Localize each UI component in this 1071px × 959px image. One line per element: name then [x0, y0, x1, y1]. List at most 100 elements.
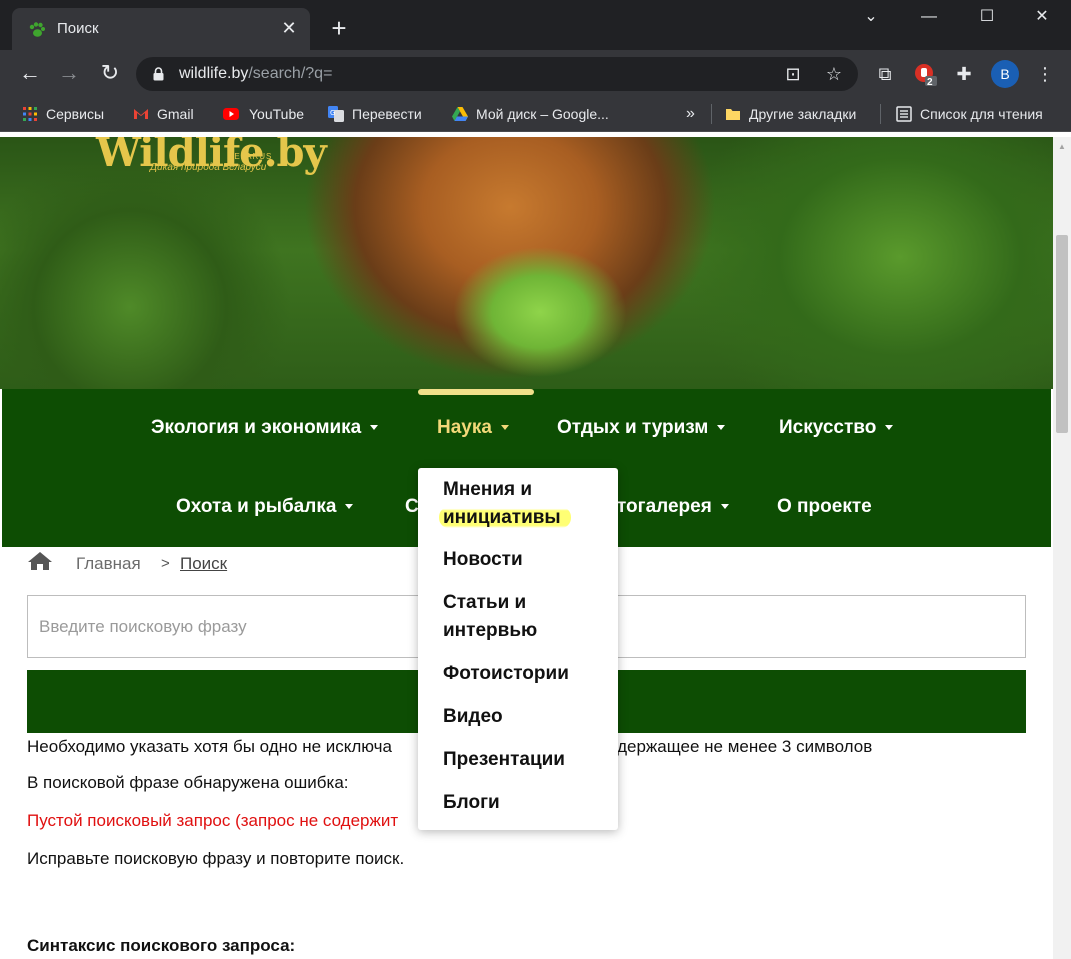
caret-down-icon [500, 425, 509, 430]
bookmarks-divider [880, 104, 881, 124]
nav-hunting-fishing[interactable]: Охота и рыбалка [176, 496, 354, 518]
lock-icon [153, 67, 164, 81]
nav-about[interactable]: О проекте [777, 496, 872, 518]
dropdown-item-video[interactable]: Видео [443, 703, 613, 731]
tab-close-icon[interactable]: ✕ [278, 17, 300, 39]
nav-science[interactable]: Наука [437, 417, 509, 439]
bookmark-label: Список для чтения [920, 106, 1043, 122]
url-path: /search/?q= [248, 65, 333, 82]
minimize-button[interactable]: — [900, 0, 958, 34]
error-intro: В поисковой фразе обнаружена ошибка: [27, 773, 349, 792]
adblock-extension-icon[interactable] [913, 62, 937, 86]
page-viewport: Wildlife.by BELARUS Дикая природа Белару… [0, 137, 1071, 959]
youtube-icon [223, 108, 239, 120]
tab-search-chevron-icon[interactable]: ⌄ [842, 0, 900, 34]
page-scrollbar[interactable]: ▲ [1053, 137, 1071, 959]
hero-image-lynx: Wildlife.by BELARUS Дикая природа Белару… [0, 137, 1053, 389]
extensions-puzzle-icon[interactable]: ✚ [952, 62, 976, 86]
bookmarks-overflow-button[interactable]: » [686, 105, 695, 123]
dropdown-item-photostories[interactable]: Фотоистории [443, 660, 613, 688]
extension-badge: 2 [927, 77, 933, 88]
nav-label: Экология и экономика [151, 417, 362, 438]
bookmark-gmail[interactable]: Gmail [133, 105, 194, 123]
bookmark-label: Gmail [157, 106, 194, 122]
browser-toolbar: ← → ↻ wildlife.by/search/?q= ⊡ ☆ ⧉ 2 ✚ ⋮ [0, 50, 1071, 96]
bookmark-other-folder[interactable]: Другие закладки [725, 105, 856, 123]
bookmarks-divider [711, 104, 712, 124]
tab-strip: Поиск ✕ + ⌄ — ☐ ✕ [0, 0, 1071, 50]
scroll-up-icon[interactable]: ▲ [1057, 142, 1067, 152]
close-window-button[interactable]: ✕ [1013, 0, 1071, 34]
forward-arrow-icon[interactable]: → [55, 59, 83, 87]
fix-hint: Исправьте поисковую фразу и повторите по… [27, 849, 405, 868]
nav-label: тогалерея [617, 496, 712, 517]
breadcrumb-separator-icon: > [161, 555, 170, 572]
site-logo[interactable]: Wildlife.by BELARUS Дикая природа Белару… [96, 137, 327, 183]
nav-photogallery[interactable]: тогалерея [617, 496, 729, 518]
bookmark-label: Мой диск – Google... [476, 106, 609, 122]
syntax-heading: Синтаксис поискового запроса: [27, 936, 296, 955]
translate-icon: G [328, 106, 344, 122]
caret-down-icon [885, 425, 894, 430]
bookmark-translate[interactable]: G Перевести [328, 105, 422, 123]
new-tab-button[interactable]: + [326, 15, 352, 41]
browser-tab[interactable]: Поиск ✕ [12, 8, 310, 50]
bookmarks-bar: Сервисы Gmail YouTube G Перевести Мой ди… [0, 96, 1071, 132]
maximize-button[interactable]: ☐ [958, 0, 1016, 34]
tab-title: Поиск [57, 20, 99, 37]
reading-list-button[interactable]: Список для чтения [896, 105, 1043, 123]
dropdown-item-label: интервью [443, 620, 538, 641]
logo-tagline: Дикая природа Беларуси [150, 162, 267, 173]
nav-ecology-economy[interactable]: Экология и экономика [151, 417, 379, 439]
nav-art[interactable]: Искусство [779, 417, 894, 439]
scroll-thumb[interactable] [1056, 235, 1068, 433]
caret-down-icon [370, 425, 379, 430]
home-icon[interactable] [27, 551, 53, 571]
nav-label: С [405, 496, 419, 517]
bookmark-youtube[interactable]: YouTube [221, 105, 304, 123]
reading-list-icon [896, 106, 912, 122]
url-text[interactable]: wildlife.by/search/?q= [179, 65, 332, 83]
folder-icon [726, 109, 740, 120]
caret-down-icon [720, 504, 729, 509]
bookmark-label: YouTube [249, 106, 305, 122]
dropdown-item-blogs[interactable]: Блоги [443, 789, 613, 817]
translate-page-icon[interactable]: ⊡ [783, 64, 803, 84]
bookmark-label: Другие закладки [749, 106, 857, 122]
address-bar[interactable]: wildlife.by/search/?q= ⊡ ☆ [136, 57, 858, 91]
nav-label: Охота и рыбалка [176, 496, 337, 517]
nav-item-partial[interactable]: С [405, 496, 419, 518]
bookmark-star-icon[interactable]: ☆ [824, 64, 844, 84]
dropdown-item-label: Статьи и [443, 592, 527, 613]
bookmark-label: Перевести [352, 106, 422, 122]
error-message: Пустой поисковый запрос (запрос не содер… [27, 811, 399, 830]
caret-down-icon [345, 504, 354, 509]
paw-favicon-icon [29, 22, 45, 37]
back-arrow-icon[interactable]: ← [16, 59, 44, 87]
breadcrumb-current[interactable]: Поиск [180, 554, 227, 574]
profile-avatar[interactable]: B [991, 60, 1019, 88]
caret-down-icon [717, 425, 726, 430]
nav-leisure-tourism[interactable]: Отдых и туризм [557, 417, 726, 439]
reload-icon[interactable]: ↻ [96, 59, 124, 87]
stop-hand-icon [915, 64, 937, 86]
gmail-icon [134, 109, 148, 119]
dropdown-item-opinions[interactable]: Мнения и инициативы [439, 476, 613, 532]
extension-link-icon[interactable]: ⧉ [873, 62, 897, 86]
highlighted-text: инициативы [439, 507, 571, 528]
bookmark-google-drive[interactable]: Мой диск – Google... [452, 105, 609, 123]
dropdown-item-articles[interactable]: Статьи и интервью [443, 589, 613, 645]
nav-label: Искусство [779, 417, 877, 438]
svg-text:G: G [330, 109, 335, 117]
browser-menu-icon[interactable]: ⋮ [1033, 62, 1057, 86]
nav-label: Наука [437, 417, 492, 438]
dropdown-item-label: Мнения и [443, 479, 533, 500]
url-host: wildlife.by [179, 65, 249, 82]
science-dropdown-menu: Мнения и инициативы Новости Статьи и инт… [418, 468, 618, 830]
dropdown-item-news[interactable]: Новости [443, 546, 613, 574]
breadcrumb-home[interactable]: Главная [76, 554, 141, 574]
nav-active-indicator [418, 389, 534, 395]
dropdown-item-presentations[interactable]: Презентации [443, 746, 613, 774]
logo-country: BELARUS [228, 152, 273, 161]
bookmark-services[interactable]: Сервисы [22, 105, 104, 123]
